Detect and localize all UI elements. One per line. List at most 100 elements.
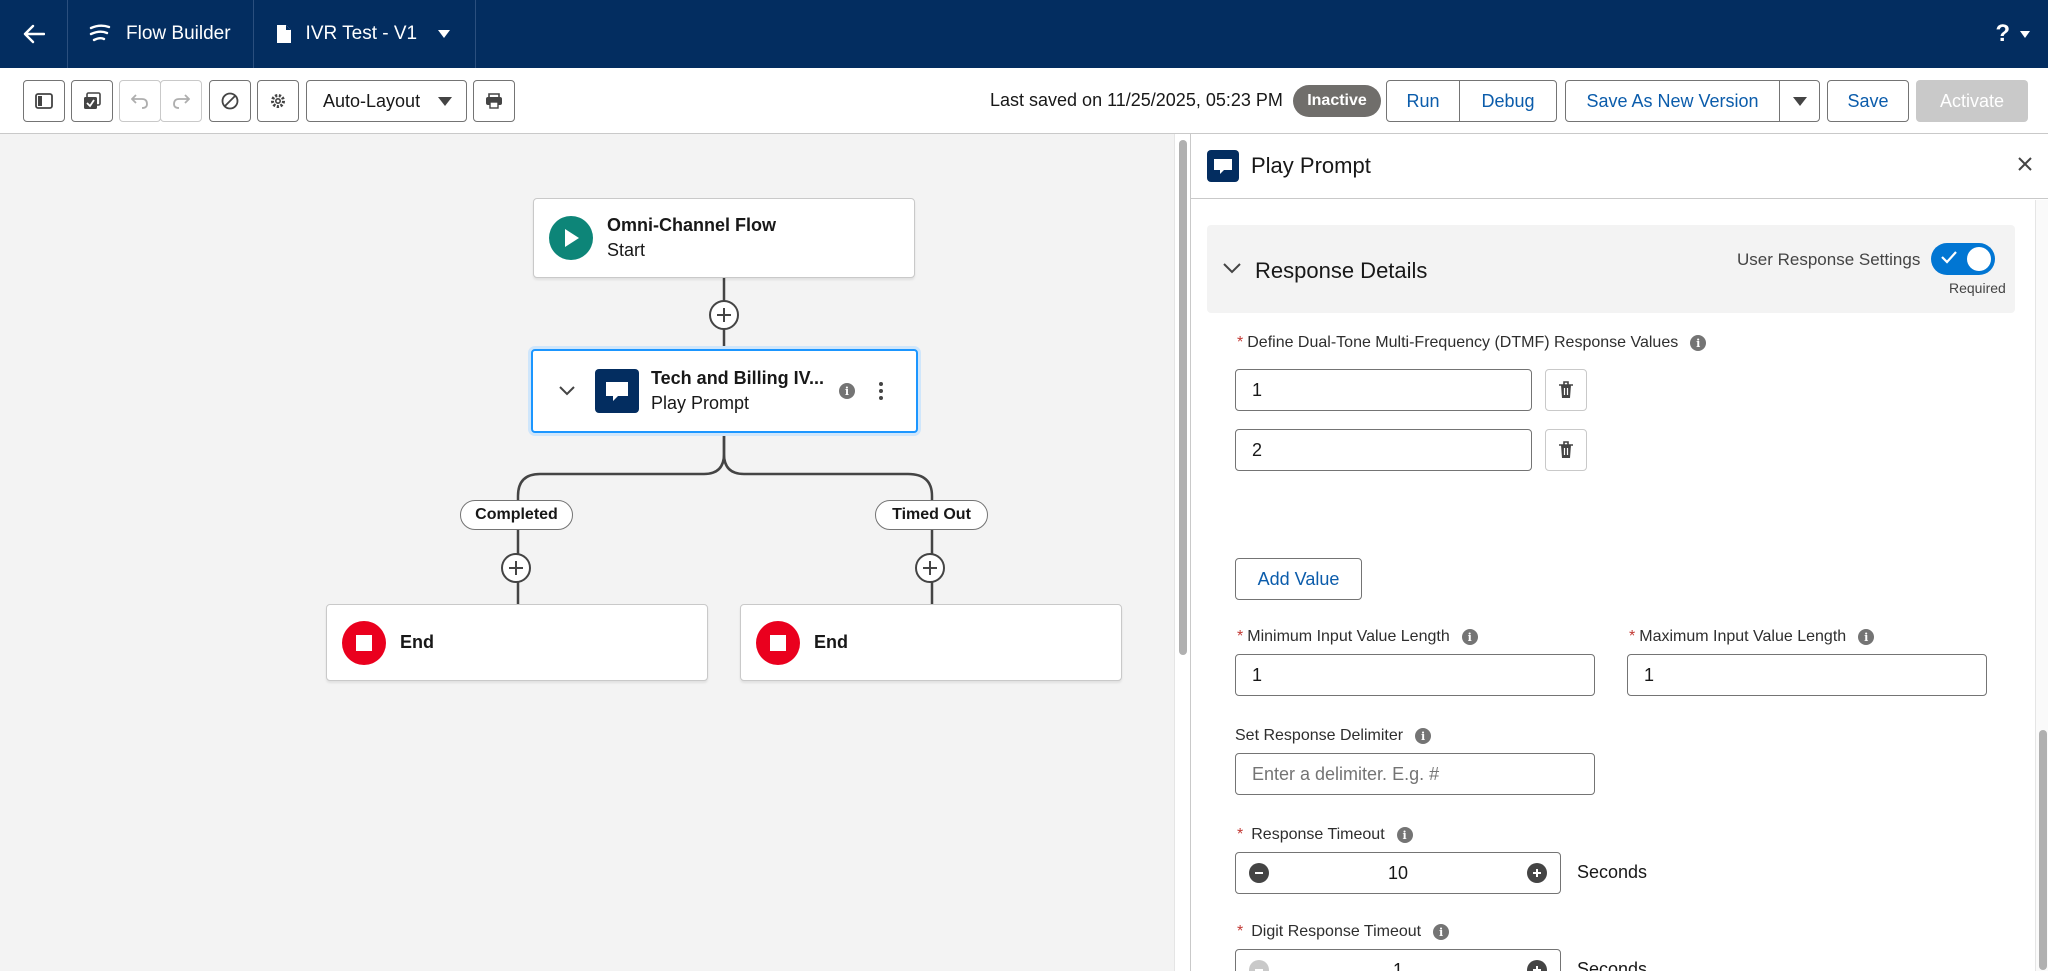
response-timeout-unit: Seconds — [1577, 862, 1648, 882]
save-version-group: Save As New Version — [1565, 80, 1820, 122]
help-icon: ? — [1995, 20, 2010, 47]
chevron-down-icon — [438, 96, 452, 106]
minus-icon[interactable] — [1249, 863, 1269, 883]
plus-icon[interactable] — [1527, 863, 1547, 883]
info-icon[interactable]: i — [1858, 629, 1875, 645]
response-timeout-value[interactable]: 10 — [1388, 863, 1408, 884]
trash-icon — [1559, 441, 1573, 458]
run-button[interactable]: Run — [1387, 81, 1459, 121]
plus-icon[interactable] — [1526, 960, 1547, 971]
play-prompt-node[interactable]: Tech and Billing IV... Play Prompt i — [531, 349, 918, 433]
minus-icon[interactable] — [1249, 960, 1269, 971]
dtmf-value-input[interactable]: 2 — [1235, 429, 1532, 471]
app-header: Flow Builder IVR Test - V1 ? — [0, 0, 2048, 68]
deselect-button[interactable] — [209, 80, 251, 122]
panel-body: Response Details User Response Settings … — [1191, 200, 2048, 971]
layout-mode-select[interactable]: Auto-Layout — [306, 80, 467, 122]
plus-icon — [717, 308, 731, 322]
panel-scrollbar[interactable] — [2035, 200, 2048, 971]
last-saved-text: Last saved on 11/25/2025, 05:23 PM — [990, 90, 1283, 110]
end-node-label: End — [814, 632, 848, 652]
save-as-new-version-button[interactable]: Save As New Version — [1566, 81, 1779, 121]
info-icon[interactable]: i — [1690, 335, 1707, 351]
activate-button[interactable]: Activate — [1916, 80, 2028, 122]
prompt-node-subtitle: Play Prompt — [651, 393, 750, 413]
min-length-input[interactable]: 1 — [1235, 654, 1595, 696]
checklist-icon — [84, 92, 101, 109]
digit-timeout-value[interactable]: 1 — [1393, 960, 1403, 971]
play-icon — [549, 216, 593, 260]
redo-button[interactable] — [160, 80, 202, 122]
add-element-button[interactable] — [501, 553, 531, 583]
end-node[interactable]: End — [326, 604, 708, 681]
section-title: Response Details — [1255, 258, 1428, 283]
end-node-label: End — [400, 632, 434, 652]
flow-version-menu[interactable]: IVR Test - V1 — [254, 0, 477, 68]
max-length-input[interactable]: 1 — [1627, 654, 1987, 696]
toggle-toolbox-button[interactable] — [23, 80, 65, 122]
branch-label-completed: Completed — [460, 500, 573, 530]
undo-button[interactable] — [119, 80, 161, 122]
save-button[interactable]: Save — [1827, 80, 1909, 122]
branch-label-timed-out: Timed Out — [875, 500, 988, 530]
info-icon[interactable]: i — [1461, 629, 1478, 645]
digit-timeout-label: * Digit Response Timeout i — [1237, 923, 1450, 941]
panel-title: Play Prompt — [1251, 153, 1371, 178]
app-title: Flow Builder — [126, 23, 231, 44]
app-launcher[interactable]: Flow Builder — [68, 0, 254, 68]
help-menu[interactable]: ? — [1995, 0, 2030, 68]
add-value-button[interactable]: Add Value — [1235, 558, 1362, 600]
info-icon[interactable]: i — [1433, 924, 1450, 940]
trash-icon — [1559, 381, 1573, 398]
chat-bubble-icon — [1207, 150, 1239, 182]
info-icon[interactable]: i — [839, 383, 855, 399]
digit-timeout-stepper: 1 — [1235, 949, 1561, 971]
scrollbar-thumb[interactable] — [1179, 140, 1187, 655]
end-node[interactable]: End — [740, 604, 1122, 681]
chevron-down-icon — [1792, 96, 1807, 106]
add-element-button[interactable] — [915, 553, 945, 583]
user-response-settings-label: User Response Settings — [1737, 250, 1921, 269]
printer-icon — [486, 93, 502, 109]
panel-left-icon — [35, 93, 53, 109]
omni-channel-settings-button[interactable] — [473, 80, 515, 122]
start-node[interactable]: Omni-Channel Flow Start — [533, 198, 915, 278]
undo-icon — [131, 94, 148, 109]
prompt-node-title: Tech and Billing IV... — [651, 368, 825, 388]
debug-button[interactable]: Debug — [1459, 81, 1556, 121]
collapse-toggle[interactable] — [549, 386, 585, 396]
canvas-scrollbar[interactable] — [1174, 134, 1190, 971]
dtmf-value-input[interactable]: 1 — [1235, 369, 1532, 411]
start-node-subtitle: Start — [607, 240, 646, 260]
add-element-button[interactable] — [709, 300, 739, 330]
response-timeout-stepper: 10 — [1235, 852, 1561, 894]
more-actions-icon[interactable] — [879, 382, 883, 400]
delimiter-input[interactable]: Enter a delimiter. E.g. # — [1235, 753, 1595, 795]
flow-canvas[interactable]: Omni-Channel Flow Start Tech and Billing… — [0, 134, 1174, 971]
stop-icon — [342, 620, 386, 665]
ban-icon — [221, 92, 239, 110]
max-length-label: * Maximum Input Value Length i — [1629, 628, 1875, 646]
user-response-toggle[interactable] — [1931, 243, 1995, 275]
min-length-label: * Minimum Input Value Length i — [1237, 628, 1478, 646]
section-collapse-button[interactable] — [1223, 261, 1241, 279]
save-options-button[interactable] — [1779, 81, 1819, 121]
dtmf-label: * Define Dual-Tone Multi-Frequency (DTMF… — [1237, 334, 1707, 352]
plus-icon — [923, 561, 937, 575]
scrollbar-thumb[interactable] — [2039, 730, 2047, 970]
delete-value-button[interactable] — [1545, 369, 1587, 411]
back-button[interactable] — [0, 0, 68, 68]
chat-bubble-icon — [595, 369, 639, 413]
response-timeout-label: * Response Timeout i — [1237, 826, 1413, 844]
check-errors-button[interactable] — [71, 80, 113, 122]
check-icon — [1941, 251, 1957, 264]
flow-settings-button[interactable] — [257, 80, 299, 122]
close-panel-button[interactable] — [2017, 156, 2033, 177]
info-icon[interactable]: i — [1415, 728, 1432, 744]
info-icon[interactable]: i — [1396, 827, 1413, 843]
required-marker: * — [1237, 334, 1244, 351]
status-badge: Inactive — [1293, 85, 1381, 117]
chevron-down-icon — [2020, 30, 2030, 38]
delete-value-button[interactable] — [1545, 429, 1587, 471]
required-marker: * — [1237, 628, 1244, 645]
